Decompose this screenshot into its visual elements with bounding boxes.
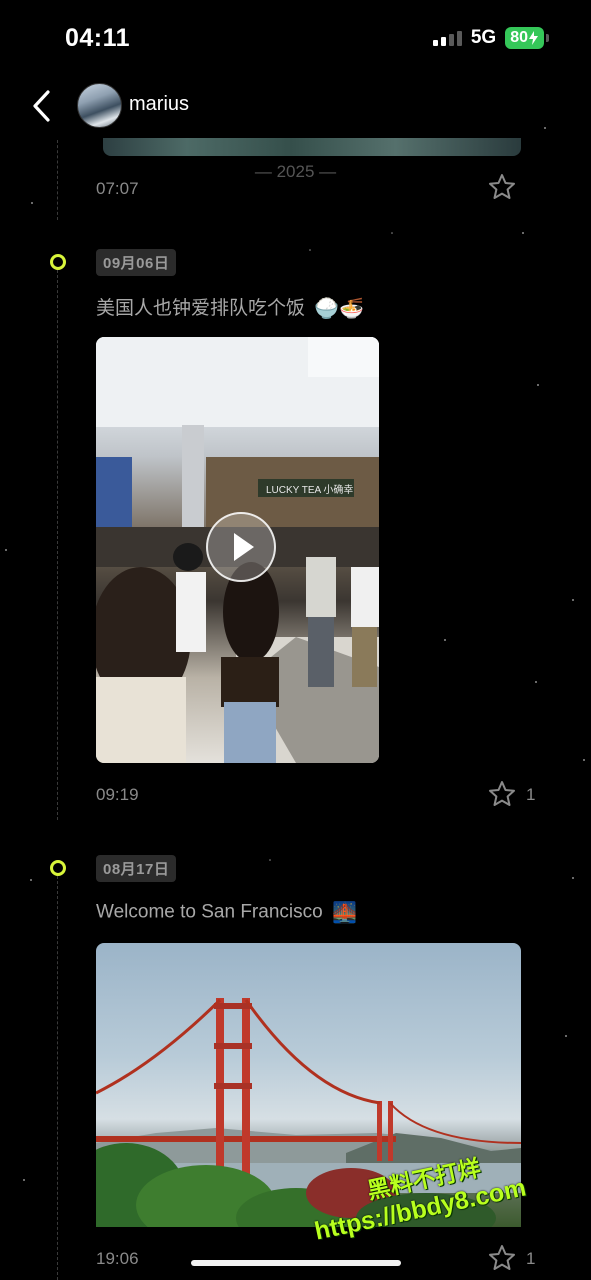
- battery-level: 80: [510, 29, 528, 46]
- date-badge: 08月17日: [96, 855, 177, 882]
- like-star-icon[interactable]: [487, 1243, 517, 1273]
- post-caption: 美国人也钟爱排队吃个饭 🍚🍜: [96, 293, 364, 321]
- like-star-icon[interactable]: [487, 779, 517, 809]
- previous-entry-time: 07:07: [96, 179, 139, 198]
- battery-tip: [546, 34, 549, 42]
- timeline-line: [57, 270, 58, 820]
- status-bar: 04:11 5G 80: [0, 0, 591, 78]
- post-time: 19:06: [96, 1249, 139, 1268]
- post-caption-text: Welcome to San Francisco: [96, 901, 323, 923]
- play-icon: [234, 533, 254, 561]
- status-icons: 5G 80: [432, 27, 549, 49]
- home-indicator[interactable]: [191, 1260, 401, 1266]
- store-sign: LUCKY TEA 小确幸: [266, 483, 353, 496]
- post-time: 09:19: [96, 785, 139, 804]
- previous-entry-photo[interactable]: [103, 138, 521, 156]
- status-time: 04:11: [65, 24, 131, 52]
- profile-header: marius: [0, 78, 591, 136]
- play-button[interactable]: [206, 512, 276, 582]
- charging-bolt-icon: [529, 31, 538, 45]
- network-type: 5G: [470, 27, 497, 48]
- timeline-dot: [50, 254, 66, 270]
- back-arrow-icon[interactable]: [30, 88, 54, 124]
- like-star-icon[interactable]: [487, 172, 517, 202]
- like-count: 1: [526, 785, 536, 804]
- cellular-signal-icon: [432, 30, 462, 46]
- post-caption-text: 美国人也钟爱排队吃个饭: [96, 298, 306, 319]
- food-emoji: 🍚🍜: [314, 298, 365, 321]
- avatar[interactable]: [77, 83, 122, 128]
- post-caption: Welcome to San Francisco 🌉: [96, 900, 357, 925]
- timeline-dot: [50, 860, 66, 876]
- battery-icon: 80: [505, 27, 544, 49]
- date-badge: 09月06日: [96, 249, 177, 276]
- bridge-emoji: 🌉: [331, 902, 357, 924]
- username[interactable]: marius: [129, 93, 189, 116]
- like-count: 1: [526, 1249, 536, 1268]
- timeline-line: [57, 876, 58, 1280]
